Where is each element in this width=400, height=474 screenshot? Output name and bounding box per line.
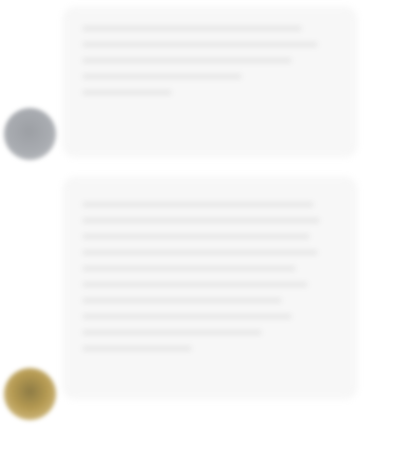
message-item — [0, 178, 400, 474]
chat-thread — [0, 0, 400, 474]
message-item — [0, 0, 400, 170]
message-bubble — [64, 8, 356, 156]
sender-avatar[interactable] — [4, 108, 56, 160]
message-bubble — [64, 178, 356, 398]
sender-avatar[interactable] — [4, 368, 56, 420]
